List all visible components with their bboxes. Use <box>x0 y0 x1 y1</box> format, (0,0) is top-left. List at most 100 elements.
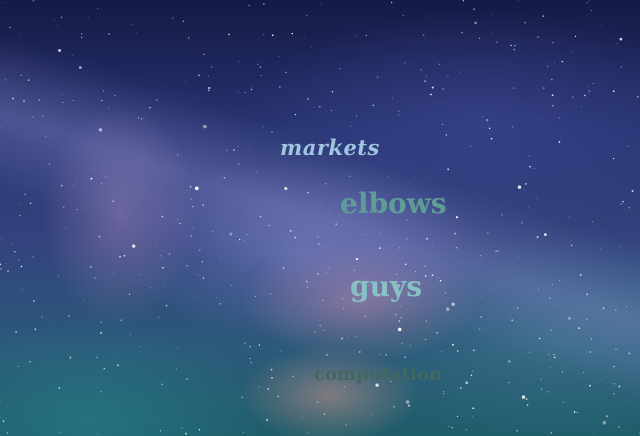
star <box>480 255 482 257</box>
star <box>613 157 615 160</box>
star <box>572 51 573 52</box>
star <box>229 232 233 236</box>
star <box>559 280 561 282</box>
star <box>158 316 160 318</box>
star <box>162 266 164 269</box>
star <box>108 107 110 109</box>
star <box>365 234 366 235</box>
star <box>491 14 493 16</box>
star <box>614 309 617 311</box>
star <box>142 292 144 294</box>
star <box>444 292 447 294</box>
star <box>583 58 585 59</box>
star <box>544 233 547 236</box>
star <box>590 338 592 340</box>
star <box>241 396 243 399</box>
star <box>159 430 162 432</box>
star <box>561 60 564 63</box>
star <box>388 176 389 178</box>
star <box>550 432 553 434</box>
star <box>172 17 174 19</box>
star <box>554 62 556 63</box>
star <box>578 327 580 329</box>
star <box>573 411 576 413</box>
star <box>562 401 564 403</box>
star <box>20 74 23 77</box>
star <box>294 113 297 116</box>
star <box>282 267 285 270</box>
star <box>376 76 379 78</box>
star <box>62 101 64 103</box>
star <box>260 75 262 77</box>
star <box>606 415 609 418</box>
star <box>247 215 248 216</box>
star <box>284 186 288 191</box>
star <box>558 141 561 143</box>
star <box>507 381 510 384</box>
star <box>194 297 196 298</box>
star <box>443 393 445 395</box>
star <box>322 299 324 301</box>
star <box>185 80 187 82</box>
star <box>586 318 588 321</box>
star <box>445 307 450 311</box>
star <box>220 258 222 260</box>
star <box>626 306 627 308</box>
star <box>259 216 262 218</box>
star <box>342 298 344 300</box>
star <box>431 274 434 277</box>
star <box>517 185 522 189</box>
star <box>542 87 545 89</box>
star <box>379 232 382 235</box>
star <box>397 114 399 116</box>
star <box>156 99 158 101</box>
star <box>510 44 512 47</box>
star <box>188 37 190 39</box>
star <box>479 37 481 39</box>
star <box>519 257 520 259</box>
star <box>334 224 336 226</box>
star <box>613 383 616 385</box>
star <box>11 243 13 245</box>
star <box>190 198 192 200</box>
star <box>287 412 289 414</box>
star <box>103 367 106 370</box>
star <box>93 167 95 169</box>
star <box>379 353 381 355</box>
star <box>345 424 347 426</box>
star <box>23 100 25 102</box>
star <box>29 361 31 363</box>
star <box>112 200 114 202</box>
star <box>473 349 475 352</box>
star <box>32 116 34 118</box>
star <box>97 433 99 435</box>
star <box>176 346 178 348</box>
star <box>244 342 246 345</box>
star <box>511 319 514 322</box>
star <box>447 168 450 171</box>
star <box>38 99 41 102</box>
star <box>404 356 407 359</box>
star <box>548 354 550 356</box>
star <box>631 190 634 192</box>
star <box>446 366 447 367</box>
star <box>246 234 248 236</box>
star <box>551 78 553 81</box>
star <box>378 247 381 249</box>
star <box>311 47 312 48</box>
star <box>199 249 201 251</box>
star <box>540 378 542 380</box>
star <box>394 313 397 316</box>
star <box>424 265 426 268</box>
star <box>263 3 265 5</box>
star <box>515 395 517 397</box>
star <box>175 294 177 295</box>
star <box>100 183 102 185</box>
star <box>620 203 623 205</box>
star <box>548 82 550 84</box>
star <box>279 86 281 88</box>
star <box>324 182 327 185</box>
star <box>442 88 445 90</box>
star <box>521 395 526 399</box>
star <box>128 293 130 295</box>
